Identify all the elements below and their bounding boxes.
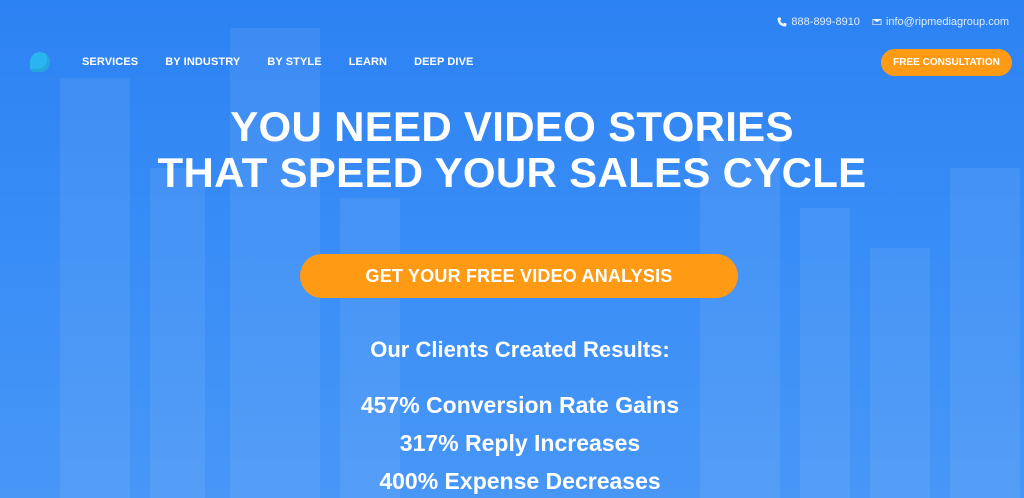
phone-link[interactable]: 888-899-8910 <box>777 16 860 28</box>
free-video-analysis-button[interactable]: GET YOUR FREE VIDEO ANALYSIS <box>300 254 738 298</box>
nav-item-by-industry[interactable]: BY INDUSTRY <box>165 56 240 68</box>
contact-bar: 888-899-8910 info@ripmediagroup.com <box>777 16 1009 28</box>
email-address: info@ripmediagroup.com <box>885 16 1009 28</box>
result-stat: 400% Expense Decreases <box>379 468 661 494</box>
phone-number: 888-899-8910 <box>791 16 860 28</box>
hero-headline: YOU NEED VIDEO STORIES THAT SPEED YOUR S… <box>0 104 1024 196</box>
result-stat: 457% Conversion Rate Gains <box>360 392 680 418</box>
email-link[interactable]: info@ripmediagroup.com <box>872 16 1009 28</box>
phone-icon <box>777 17 787 27</box>
result-stat: 317% Reply Increases <box>399 430 641 456</box>
nav-item-deep-dive[interactable]: DEEP DIVE <box>414 56 473 68</box>
headline-line-2: THAT SPEED YOUR SALES CYCLE <box>157 149 867 196</box>
results-list: 457% Conversion Rate Gains 317% Reply In… <box>0 386 1024 498</box>
free-consultation-button[interactable]: FREE CONSULTATION <box>881 49 1012 76</box>
logo-icon[interactable] <box>30 52 50 72</box>
results-title: Our Clients Created Results: <box>370 337 670 362</box>
nav-item-services[interactable]: SERVICES <box>82 56 138 68</box>
nav-item-by-style[interactable]: BY STYLE <box>267 56 321 68</box>
headline-line-1: YOU NEED VIDEO STORIES <box>230 103 794 150</box>
nav-item-learn[interactable]: LEARN <box>349 56 387 68</box>
main-nav: SERVICES BY INDUSTRY BY STYLE LEARN DEEP… <box>82 56 500 68</box>
envelope-icon <box>872 19 882 25</box>
